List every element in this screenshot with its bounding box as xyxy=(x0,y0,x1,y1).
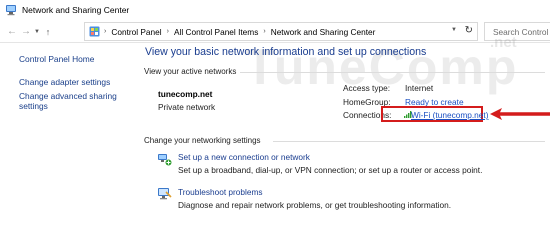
recent-locations-chevron-icon[interactable]: ▼ xyxy=(33,23,41,41)
sidebar: Control Panel Home Change adapter settin… xyxy=(0,43,138,224)
forward-arrow-icon[interactable]: → xyxy=(19,23,33,41)
sidebar-item-control-panel-home[interactable]: Control Panel Home xyxy=(19,54,94,65)
breadcrumb-control-panel[interactable]: Control Panel xyxy=(111,27,161,37)
wifi-connection-link[interactable]: Wi-Fi (tunecomp.net) xyxy=(411,110,488,120)
breadcrumb-separator-icon: › xyxy=(166,28,169,35)
access-type-label: Access type: xyxy=(343,83,391,93)
access-type-value: Internet xyxy=(405,83,434,93)
network-center-icon xyxy=(6,5,16,16)
up-arrow-icon[interactable]: ↑ xyxy=(41,23,55,41)
section-divider xyxy=(273,141,545,142)
main-content: View your basic network information and … xyxy=(140,43,550,224)
red-arrow-icon xyxy=(490,108,550,120)
sidebar-item-change-advanced-sharing-cont[interactable]: settings xyxy=(19,101,48,112)
control-panel-icon xyxy=(89,26,100,37)
troubleshoot-description: Diagnose and repair network problems, or… xyxy=(178,200,452,210)
address-dropdown-icon[interactable]: ▼ xyxy=(451,27,457,33)
troubleshoot-icon[interactable] xyxy=(157,186,172,201)
setup-connection-description: Set up a broadband, dial-up, or VPN conn… xyxy=(178,165,483,175)
page-title: View your basic network information and … xyxy=(145,46,427,58)
title-bar: Network and Sharing Center xyxy=(0,0,550,20)
refresh-icon[interactable]: ↻ xyxy=(465,25,473,36)
search-placeholder: Search Control Panel xyxy=(493,26,550,37)
change-settings-label: Change your networking settings xyxy=(144,136,261,145)
active-networks-label: View your active networks xyxy=(144,67,237,76)
breadcrumb[interactable]: › Control Panel › All Control Panel Item… xyxy=(84,22,478,41)
breadcrumb-network-center[interactable]: Network and Sharing Center xyxy=(271,27,376,37)
breadcrumb-separator-icon: › xyxy=(104,28,107,35)
network-name: tunecomp.net xyxy=(158,89,213,99)
section-divider xyxy=(240,72,545,73)
back-arrow-icon[interactable]: ← xyxy=(5,23,19,41)
troubleshoot-link[interactable]: Troubleshoot problems xyxy=(178,187,263,197)
breadcrumb-separator-icon: › xyxy=(263,28,266,35)
breadcrumb-all-items[interactable]: All Control Panel Items xyxy=(174,27,258,37)
new-connection-icon[interactable] xyxy=(157,151,172,166)
window-title: Network and Sharing Center xyxy=(22,5,130,15)
sidebar-item-change-adapter-settings[interactable]: Change adapter settings xyxy=(19,77,110,88)
network-category-link[interactable]: Private network xyxy=(158,102,215,112)
address-bar: ← → ▼ ↑ › Control Panel › All Control Pa… xyxy=(0,21,550,42)
setup-connection-link[interactable]: Set up a new connection or network xyxy=(178,152,310,162)
search-input[interactable]: Search Control Panel xyxy=(484,22,550,41)
